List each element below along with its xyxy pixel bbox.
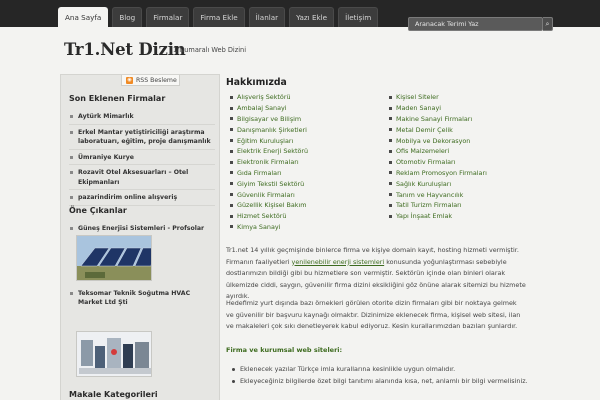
category-link[interactable]: Kimya Sanayi [230,222,308,233]
rule-text: Eklenecek yazılar Türkçe imla kuralların… [240,365,456,373]
category-link[interactable]: Danışmanlık Şirketleri [230,124,308,135]
rules-heading: Firma ve kurumsal web siteleri: [226,346,343,354]
category-link[interactable]: Maden Sanayi [389,103,487,114]
item-label: Ümraniye Kurye [78,153,134,161]
list-item[interactable]: Rozavit Otel Aksesuarları – Otel Ekipman… [69,168,215,190]
nav-iletisim[interactable]: İletişim [338,7,379,27]
category-links-col2: Kişisel Siteler Maden Sanayi Makine Sana… [389,92,487,222]
nav-blog[interactable]: Blog [112,7,143,27]
category-link[interactable]: Otomotiv Firmaları [389,157,487,168]
about-paragraph-2: Hedefimiz yurt dışında bazı örnekleri gö… [226,299,521,330]
nav-firma-ekle[interactable]: Firma Ekle [193,7,245,27]
search-input[interactable]: Aranacak Terimi Yaz [408,17,543,31]
category-link[interactable]: Tatil Turizm Firmaları [389,200,487,211]
list-item[interactable]: Erkel Mantar yetiştiriciliği araştırma l… [69,128,215,150]
sidebar: ◉ RSS Besleme Son Eklenen Firmalar Aytür… [60,74,220,400]
nav-yazi-ekle[interactable]: Yazı Ekle [289,7,335,27]
category-link[interactable]: Giyim Tekstil Sektörü [230,178,308,189]
solar-panel-thumbnail[interactable] [76,235,152,281]
rss-label: RSS Besleme [136,76,177,84]
bullet-icon [70,115,73,118]
category-link[interactable]: Gıda Firmaları [230,168,308,179]
category-link[interactable]: Tanım ve Hayvancılık [389,189,487,200]
category-link[interactable]: Güzellik Kişisel Bakım [230,200,308,211]
category-link[interactable]: Eğitim Kuruluşları [230,135,308,146]
recent-heading: Son Eklenen Firmalar [69,94,166,103]
item-label: Rozavit Otel Aksesuarları – Otel Ekipman… [78,169,189,186]
category-link[interactable]: Alışveriş Sektörü [230,92,308,103]
site-title[interactable]: Tr1.Net Dizin [64,40,186,59]
category-link[interactable]: Ofis Malzemeleri [389,146,487,157]
item-label: Aytürk Mimarlık [78,113,134,120]
rss-button[interactable]: ◉ RSS Besleme [121,75,180,86]
category-link[interactable]: Elektrik Enerji Sektörü [230,146,308,157]
main-nav: Ana Sayfa Blog Firmalar Firma Ekle İlanl… [58,7,379,27]
search-icon: ⌕ [545,19,550,28]
category-link[interactable]: Makine Sanayi Firmaları [389,114,487,125]
nav-firmalar[interactable]: Firmalar [146,7,190,27]
category-link[interactable]: Yapı İnşaat Emlak [389,211,487,222]
nav-home[interactable]: Ana Sayfa [58,7,109,27]
energy-systems-link[interactable]: yenilenebilir enerji sistemleri [292,258,385,266]
about-heading: Hakkımızda [226,77,287,88]
bullet-icon [70,130,73,134]
category-link[interactable]: Metal Demir Çelik [389,124,487,135]
category-link[interactable]: Kişisel Siteler [389,92,487,103]
rules-list: Eklenecek yazılar Türkçe imla kuralların… [232,364,532,387]
featured-heading: Öne Çıkanlar [69,206,127,215]
recent-list: Aytürk Mimarlık Erkel Mantar yetiştirici… [69,112,215,209]
bullet-icon [70,155,73,159]
bullet-icon [70,227,73,230]
list-item[interactable]: Ümraniye Kurye [69,153,215,165]
category-link[interactable]: Hizmet Sektörü [230,211,308,222]
category-link[interactable]: Ambalaj Sanayi [230,103,308,114]
bullet-icon [70,196,73,199]
search-button[interactable]: ⌕ [543,17,553,31]
category-link[interactable]: Bilgisayar ve Bilişim [230,114,308,125]
category-link[interactable]: Sağlık Kuruluşları [389,178,487,189]
bullet-icon [232,379,235,383]
item-label: Güneş Enerjisi Sistemleri - Profsolar [78,225,205,232]
rule-text: Ekleyeceğiniz bilgilerde özet bilgi tanı… [240,376,528,385]
item-label: Erkel Mantar yetiştiriciliği araştırma l… [78,128,211,146]
item-label: Teksomar Teknik Soğutma HVAC Market Ltd … [78,290,191,306]
category-link[interactable]: Mobilya ve Dekorasyon [389,135,487,146]
category-link[interactable]: Reklam Promosyon Firmaları [389,168,487,179]
list-item: Ekleyeceğiniz bilgilerde özet bilgi tanı… [232,376,532,388]
hvac-products-thumbnail[interactable] [76,331,152,377]
list-item[interactable]: Aytürk Mimarlık [69,112,215,125]
list-item: Eklenecek yazılar Türkçe imla kuralların… [232,364,532,376]
list-item[interactable]: pazarindirim online alışveriş [69,193,215,206]
category-links-col1: Alışveriş Sektörü Ambalaj Sanayi Bilgisa… [230,92,308,232]
category-link[interactable]: Elektronik Firmaları [230,157,308,168]
item-label: pazarindirim online alışveriş [78,194,178,201]
rss-icon: ◉ [126,76,133,84]
bullet-icon [232,368,235,371]
about-paragraph-1: Tr1.net 14 yıllık geçmişinde binlerce fi… [226,245,526,303]
categories-heading: Makale Kategorileri [69,390,158,399]
category-link[interactable]: Güvenlik Firmaları [230,189,308,200]
bullet-icon [70,292,73,295]
featured-item-title[interactable]: Teksomar Teknik Soğutma HVAC Market Ltd … [69,289,215,307]
featured-item-title[interactable]: Güneş Enerjisi Sistemleri - Profsolar [69,224,215,233]
nav-ilanlar[interactable]: İlanlar [248,7,286,27]
bullet-icon [70,171,73,174]
site-tagline: 1 Numaralı Web Dizini [173,46,247,54]
